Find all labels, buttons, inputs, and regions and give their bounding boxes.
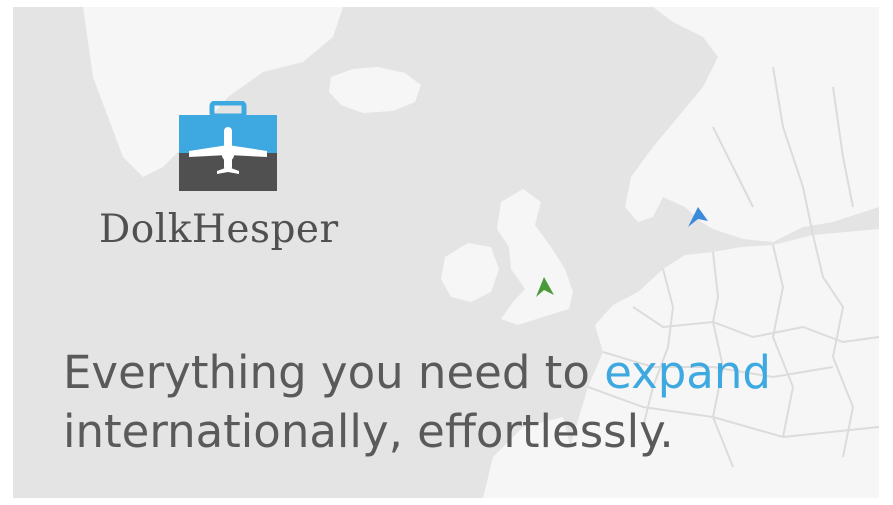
plane-marker-icon <box>536 277 554 297</box>
headline: Everything you need to expand internatio… <box>63 343 771 461</box>
ireland-landmass <box>441 243 499 302</box>
headline-prefix: Everything you need to <box>63 346 590 399</box>
headline-line-2: internationally, effortlessly. <box>63 405 674 458</box>
headline-line-1: Everything you need to expand <box>63 343 771 402</box>
brand-name: DolkHesper <box>99 207 339 252</box>
briefcase-airplane-icon <box>179 101 277 191</box>
great-britain-landmass <box>497 189 573 325</box>
iceland-landmass <box>329 67 421 113</box>
headline-accent-word: expand <box>604 346 771 399</box>
hero-banner: DolkHesper Everything you need to expand… <box>13 7 879 498</box>
plane-marker-icon <box>688 207 708 227</box>
